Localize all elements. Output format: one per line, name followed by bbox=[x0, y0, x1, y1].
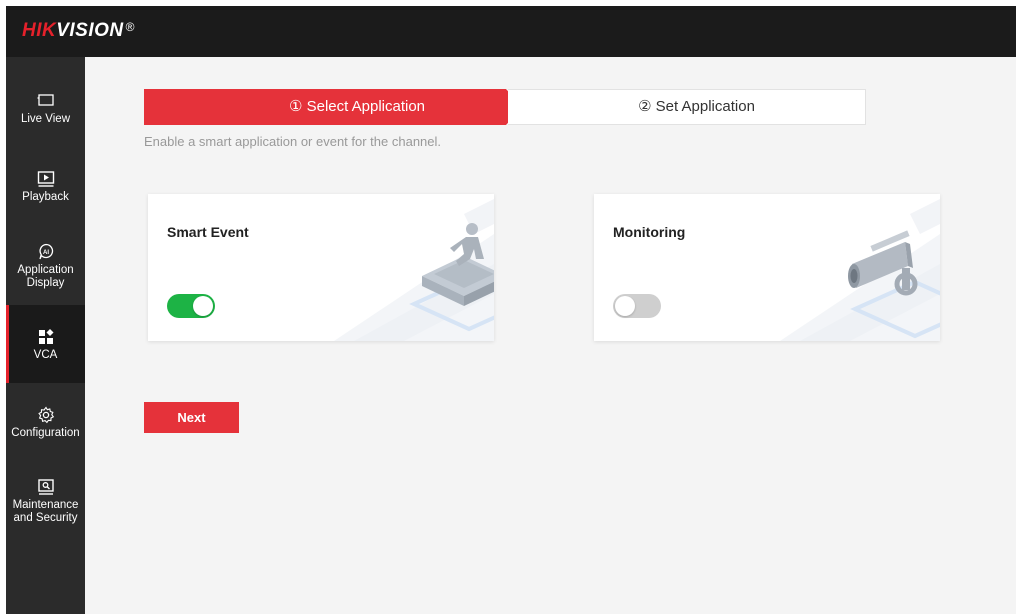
wizard-steps: ① Select Application ② Set Application bbox=[144, 89, 866, 125]
sidebar-nav: Live View Playback AI Application Displa… bbox=[6, 57, 85, 614]
sidebar-item-label: Application bbox=[17, 264, 74, 276]
card-title: Smart Event bbox=[167, 224, 249, 240]
sidebar-item-label: Configuration bbox=[11, 427, 80, 439]
sidebar-item-live-view[interactable]: Live View bbox=[6, 85, 85, 161]
sidebar-item-application-display[interactable]: AI Application Display bbox=[6, 237, 85, 313]
sidebar-item-label: Playback bbox=[22, 191, 69, 203]
card-monitoring[interactable]: Monitoring bbox=[594, 194, 940, 341]
top-bar: HIKVISION ® bbox=[6, 6, 1016, 57]
sidebar-item-label: Live View bbox=[20, 113, 70, 125]
next-button[interactable]: Next bbox=[144, 402, 239, 433]
toggle-knob bbox=[193, 296, 213, 316]
sidebar-item-configuration[interactable]: Configuration bbox=[6, 397, 85, 473]
sidebar-item-playback[interactable]: Playback bbox=[6, 161, 85, 237]
smart-event-toggle[interactable] bbox=[167, 294, 215, 318]
playback-icon bbox=[37, 171, 54, 187]
sidebar-item-label: VCA bbox=[33, 349, 58, 361]
gear-icon bbox=[37, 406, 54, 424]
sidebar-item-vca[interactable]: VCA bbox=[6, 305, 85, 383]
camera-illustration bbox=[780, 199, 940, 341]
sidebar-item-label: Display bbox=[26, 277, 65, 289]
sidebar-item-label: Maintenance bbox=[12, 499, 79, 511]
main-content: ① Select Application ② Set Application E… bbox=[85, 57, 1016, 614]
sidebar-item-label: and Security bbox=[13, 512, 78, 524]
card-title: Monitoring bbox=[613, 224, 686, 240]
sidebar-item-maintenance-security[interactable]: Maintenance and Security bbox=[6, 471, 85, 547]
monitor-icon bbox=[37, 94, 54, 106]
toggle-knob bbox=[615, 296, 635, 316]
monitoring-toggle[interactable] bbox=[613, 294, 661, 318]
hint-text: Enable a smart application or event for … bbox=[144, 134, 442, 149]
card-smart-event[interactable]: Smart Event bbox=[148, 194, 494, 341]
vca-grid-icon bbox=[38, 329, 53, 344]
svg-text:AI: AI bbox=[43, 250, 49, 256]
step-set-application: ② Set Application bbox=[508, 89, 866, 125]
ai-icon: AI bbox=[38, 243, 53, 260]
hikvision-logo: HIKVISION ® bbox=[22, 20, 135, 41]
smart-event-illustration bbox=[334, 199, 494, 341]
step-select-application: ① Select Application bbox=[144, 89, 522, 125]
maintenance-icon bbox=[37, 479, 54, 495]
